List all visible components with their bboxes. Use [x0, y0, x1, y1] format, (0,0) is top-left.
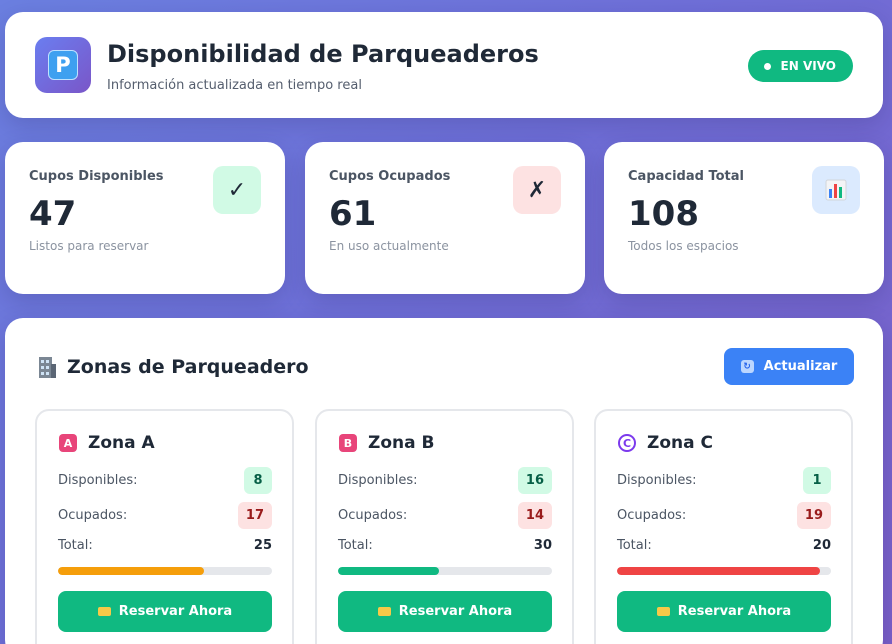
occupied-count: 14	[517, 502, 552, 529]
reserve-label: Reservar Ahora	[398, 604, 513, 619]
available-label: Disponibles:	[338, 473, 418, 488]
occupied-count: 19	[796, 502, 831, 529]
header-card: P Disponibilidad de Parqueaderos Informa…	[5, 12, 883, 118]
parking-icon: P	[48, 50, 78, 80]
occupancy-fill	[338, 567, 439, 575]
zones-title-label: Zonas de Parqueadero	[67, 356, 309, 378]
total-label: Total:	[338, 538, 373, 553]
total-label: Total:	[58, 538, 93, 553]
occupied-label: Ocupados:	[338, 508, 408, 523]
stat-value: 61	[329, 194, 377, 234]
ticket-icon	[656, 607, 670, 616]
zone-c-icon: C	[618, 434, 636, 452]
zone-header: C Zona C	[618, 433, 713, 453]
x-icon: ✗	[513, 166, 561, 214]
building-icon	[39, 357, 56, 378]
stat-card-total: Capacidad Total 108 Todos los espacios	[604, 142, 884, 294]
stat-card-available: Cupos Disponibles 47 Listos para reserva…	[5, 142, 285, 294]
zone-card-c: C Zona C Disponibles: 1 Ocupados: 19 Tot…	[594, 409, 853, 644]
stat-sub: En uso actualmente	[329, 239, 449, 253]
live-label: EN VIVO	[780, 59, 836, 73]
stat-label: Cupos Ocupados	[329, 169, 451, 184]
page-title: Disponibilidad de Parqueaderos	[107, 40, 539, 68]
stat-value: 108	[628, 194, 699, 234]
zone-a-icon: A	[59, 434, 77, 452]
stat-card-occupied: Cupos Ocupados 61 En uso actualmente ✗	[305, 142, 585, 294]
total-label: Total:	[617, 538, 652, 553]
parking-logo: P	[35, 37, 91, 93]
occupied-label: Ocupados:	[58, 508, 128, 523]
zone-header: B Zona B	[339, 433, 434, 453]
available-label: Disponibles:	[617, 473, 697, 488]
available-row: Disponibles: 1	[617, 467, 831, 494]
reserve-button[interactable]: Reservar Ahora	[338, 591, 552, 632]
zone-card-b: B Zona B Disponibles: 16 Ocupados: 14 To…	[315, 409, 574, 644]
occupancy-bar	[58, 567, 272, 575]
occupancy-fill	[58, 567, 204, 575]
total-row: Total: 25	[58, 538, 272, 553]
occupancy-bar	[617, 567, 831, 575]
live-dot-icon	[763, 62, 771, 70]
available-row: Disponibles: 16	[338, 467, 552, 494]
zones-title: Zonas de Parqueadero	[37, 356, 309, 378]
refresh-label: Actualizar	[763, 359, 838, 374]
occupied-row: Ocupados: 14	[338, 502, 552, 529]
occupied-row: Ocupados: 19	[617, 502, 831, 529]
zone-header: A Zona A	[59, 433, 155, 453]
occupancy-bar	[338, 567, 552, 575]
total-count: 25	[253, 538, 272, 553]
total-count: 30	[533, 538, 552, 553]
zone-name: Zona B	[368, 433, 435, 453]
stat-label: Capacidad Total	[628, 169, 744, 184]
occupancy-fill	[617, 567, 821, 575]
zone-b-icon: B	[339, 434, 357, 452]
total-count: 20	[812, 538, 831, 553]
occupied-count: 17	[237, 502, 272, 529]
available-count: 8	[244, 467, 272, 494]
available-count: 16	[517, 467, 552, 494]
page-subtitle: Información actualizada en tiempo real	[107, 78, 362, 93]
available-row: Disponibles: 8	[58, 467, 272, 494]
zone-name: Zona A	[88, 433, 155, 453]
available-count: 1	[803, 467, 831, 494]
zone-card-a: A Zona A Disponibles: 8 Ocupados: 17 Tot…	[35, 409, 294, 644]
stat-sub: Todos los espacios	[628, 239, 739, 253]
reserve-button[interactable]: Reservar Ahora	[58, 591, 272, 632]
refresh-button[interactable]: ↻ Actualizar	[724, 348, 854, 385]
zones-section: Zonas de Parqueadero ↻ Actualizar A Zona…	[5, 318, 883, 644]
reserve-label: Reservar Ahora	[677, 604, 792, 619]
occupied-label: Ocupados:	[617, 508, 687, 523]
ticket-icon	[377, 607, 391, 616]
total-row: Total: 20	[617, 538, 831, 553]
reserve-label: Reservar Ahora	[118, 604, 233, 619]
total-row: Total: 30	[338, 538, 552, 553]
bar-chart-icon	[812, 166, 860, 214]
stat-value: 47	[29, 194, 77, 234]
live-badge: EN VIVO	[747, 50, 853, 82]
stat-sub: Listos para reservar	[29, 239, 149, 253]
zone-name: Zona C	[647, 433, 713, 453]
occupied-row: Ocupados: 17	[58, 502, 272, 529]
available-label: Disponibles:	[58, 473, 138, 488]
ticket-icon	[97, 607, 111, 616]
refresh-icon: ↻	[740, 360, 754, 373]
stat-label: Cupos Disponibles	[29, 169, 164, 184]
reserve-button[interactable]: Reservar Ahora	[617, 591, 831, 632]
check-icon: ✓	[213, 166, 261, 214]
